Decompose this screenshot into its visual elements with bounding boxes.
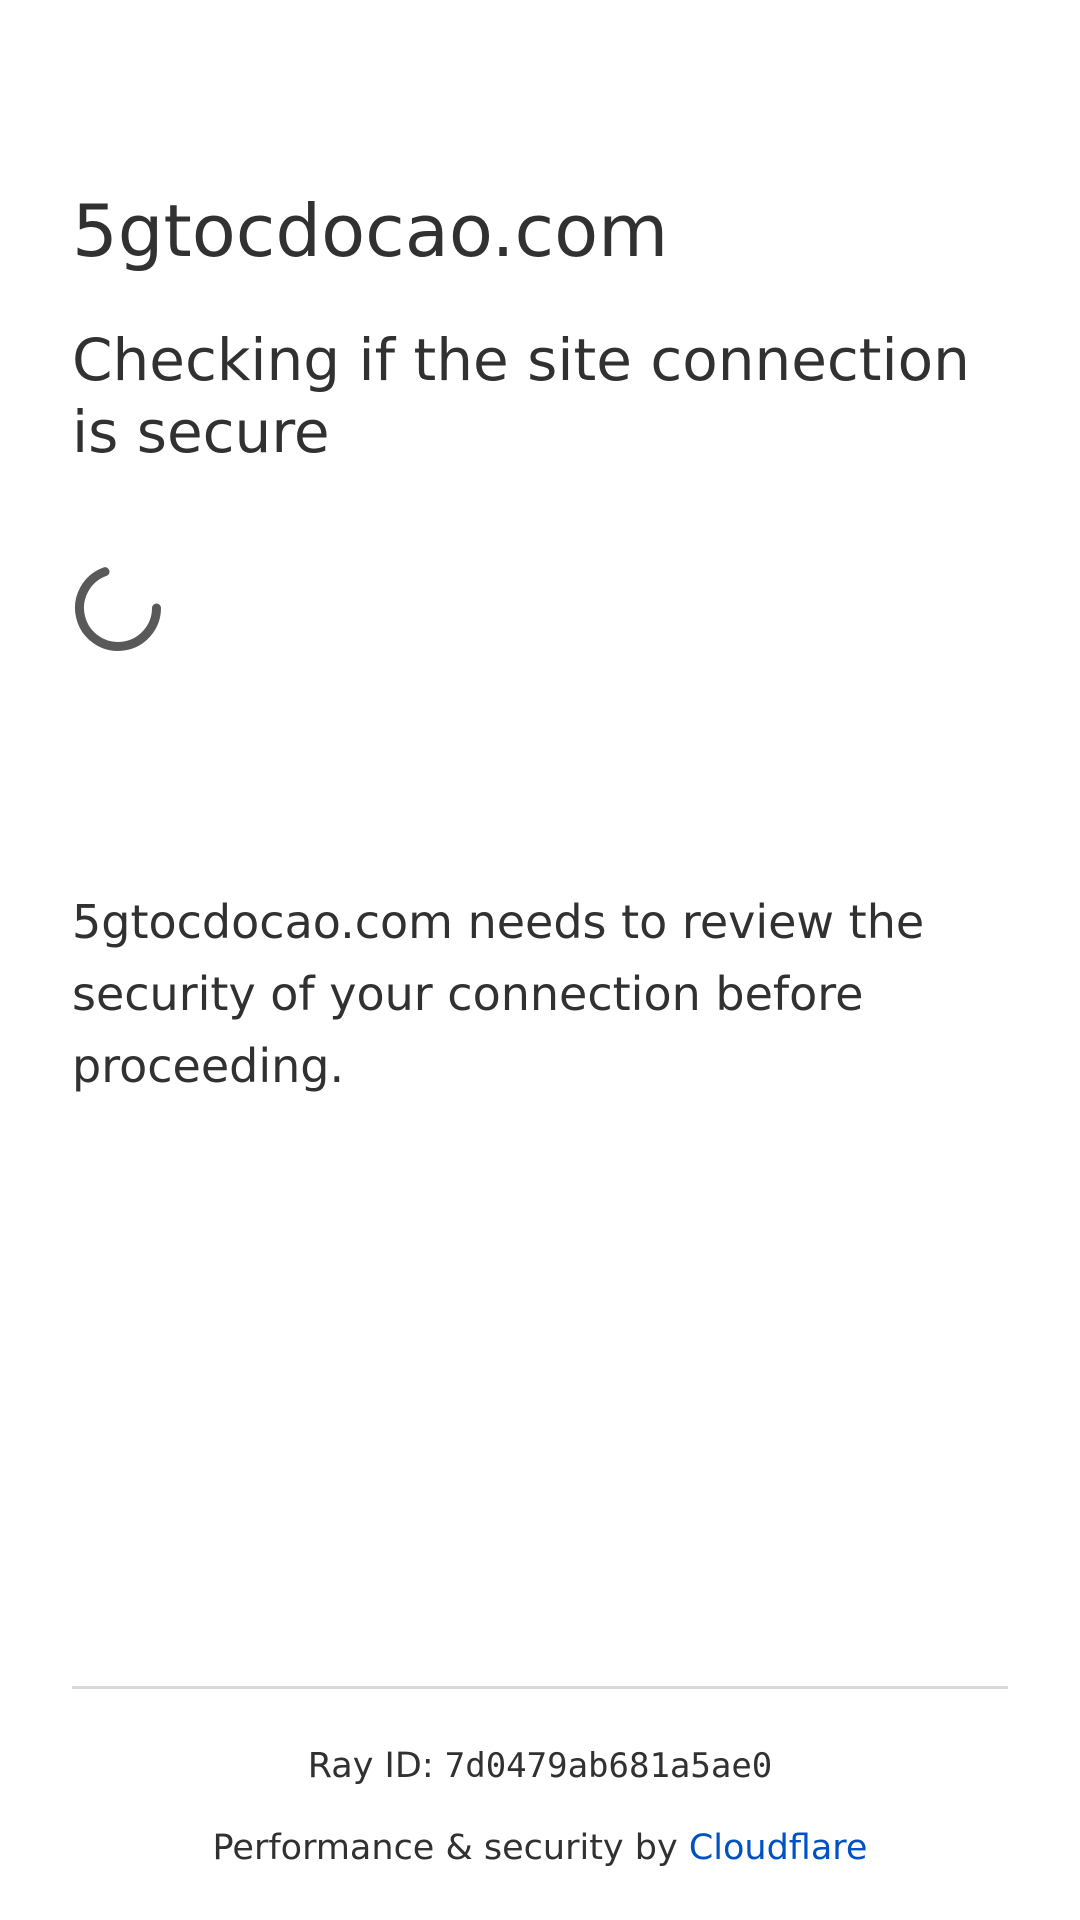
ray-id-value: 7d0479ab681a5ae0 [444, 1746, 773, 1786]
spinner-arc [75, 567, 161, 651]
loading-spinner-icon [72, 562, 164, 654]
loading-spinner-graphic [75, 567, 161, 651]
cloudflare-link[interactable]: Cloudflare [689, 1828, 868, 1868]
security-check-heading: Checking if the site connection is secur… [72, 326, 970, 466]
page-footer: Ray ID: 7d0479ab681a5ae0 Performance & s… [72, 1686, 1008, 1868]
security-review-message: 5gtocdocao.com needs to review the secur… [72, 895, 925, 1093]
performance-security-line: Performance & security by Cloudflare [72, 1823, 1008, 1873]
ray-id-line: Ray ID: 7d0479ab681a5ae0 [72, 1741, 1008, 1791]
performance-security-label: Performance & security by [212, 1828, 689, 1868]
site-title: 5gtocdocao.com [72, 189, 669, 273]
ray-id-label: Ray ID: [307, 1746, 445, 1786]
